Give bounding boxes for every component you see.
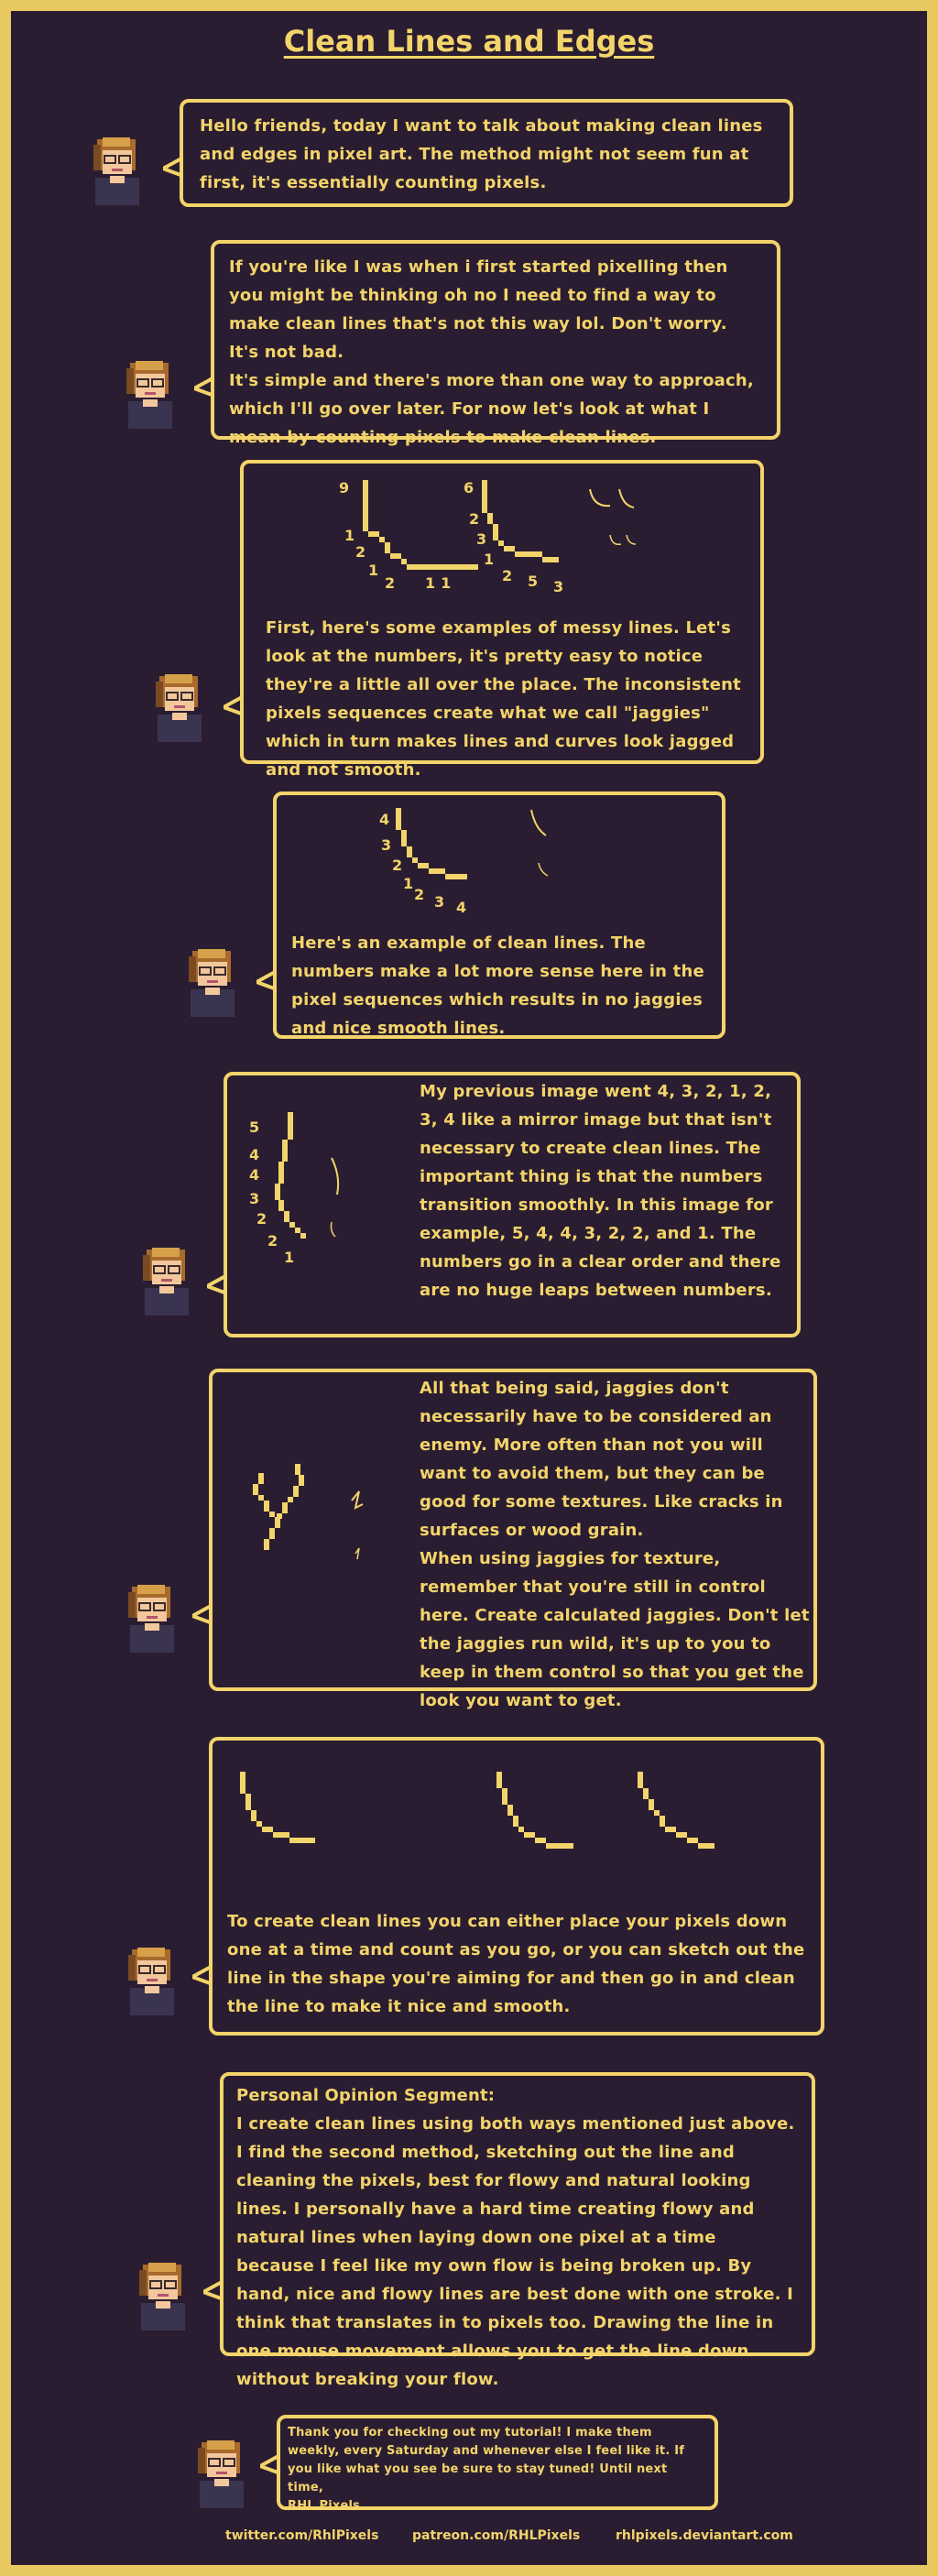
messy-label: 3 [476,530,486,548]
transition-label: 4 [249,1146,259,1163]
author-avatar [138,2262,186,2331]
methods-text: To create clean lines you can either pla… [227,1912,805,2016]
speech-bubble-clean-lines: 4 3 2 1 2 3 4 Here's an example of clean… [273,791,725,1039]
transition-text: My previous image went 4, 3, 2, 1, 2, 3,… [420,1082,781,1300]
explanation-text: If you're like I was when i first starte… [229,257,754,447]
author-avatar [142,1247,190,1316]
messy-lines-text: First, here's some examples of messy lin… [266,618,741,780]
twitter-link[interactable]: twitter.com/RhlPixels [225,2528,378,2543]
author-avatar [155,673,202,743]
speech-bubble-jaggies-texture: All that being said, jaggies don't neces… [209,1369,817,1710]
intro-text: Hello friends, today I want to talk abou… [200,116,763,192]
opinion-text: I create clean lines using both ways men… [236,2114,795,2389]
jaggies-texture-text: All that being said, jaggies don't neces… [420,1379,810,1710]
messy-label: 3 [553,578,563,595]
author-avatar [127,1947,175,2016]
clean-label: 3 [434,893,444,911]
transition-label: 2 [256,1210,267,1228]
transition-label: 5 [249,1119,259,1136]
speech-bubble-explanation: If you're like I was when i first starte… [211,240,780,447]
messy-label: 2 [469,510,479,528]
speech-bubble-messy-lines: 9 1 2 1 2 1 1 6 2 3 1 2 5 3 First, here'… [240,460,764,780]
messy-label: 2 [355,543,365,561]
opinion-heading: Personal Opinion Segment: [236,2086,496,2105]
methods-diagram [240,1772,714,1849]
author-avatar [197,2440,245,2509]
speech-bubble-outro: Thank you for checking out my tutorial! … [277,2415,718,2513]
messy-lines-diagram: 9 1 2 1 2 1 1 6 2 3 1 2 5 3 [339,480,637,595]
messy-label: 1 1 [425,574,451,592]
author-avatar [188,948,235,1018]
page-title: Clean Lines and Edges [283,24,655,59]
clean-label: 1 [403,875,413,892]
messy-label: 2 [502,567,512,584]
clean-label: 3 [381,836,391,854]
messy-label: 5 [528,573,538,590]
clean-label: 2 [392,857,402,874]
speech-bubble-opinion: Personal Opinion Segment: I create clean… [220,2072,815,2389]
speech-bubble-intro: Hello friends, today I want to talk abou… [180,99,793,207]
speech-bubble-methods: To create clean lines you can either pla… [209,1737,824,2036]
transition-lines-diagram: 5 4 4 3 2 2 1 [249,1112,340,1266]
clean-label: 4 [456,899,466,916]
author-avatar [125,360,173,430]
clean-label: 4 [379,811,389,828]
clean-label: 2 [414,886,424,903]
patreon-link[interactable]: patreon.com/RHLPixels [412,2528,580,2543]
transition-label: 4 [249,1166,259,1184]
transition-label: 1 [284,1249,294,1266]
messy-label: 1 [344,527,354,544]
transition-label: 3 [249,1190,259,1207]
messy-label: 1 [484,551,494,568]
speech-bubble-smooth-transition: 5 4 4 3 2 2 1 My previous image went 4, … [224,1072,801,1337]
outro-text: Thank you for checking out my tutorial! … [288,2426,685,2513]
deviantart-link[interactable]: rhlpixels.deviantart.com [616,2528,793,2543]
author-avatar [127,1584,175,1654]
messy-label: 6 [464,480,474,497]
author-avatar [93,136,140,206]
messy-label: 9 [339,480,349,497]
clean-lines-text: Here's an example of clean lines. The nu… [291,933,704,1038]
messy-label: 1 [368,562,378,579]
clean-lines-diagram: 4 3 2 1 2 3 4 [379,808,549,916]
transition-label: 2 [267,1232,278,1250]
messy-label: 2 [385,574,395,592]
jaggies-texture-diagram [253,1464,364,1560]
